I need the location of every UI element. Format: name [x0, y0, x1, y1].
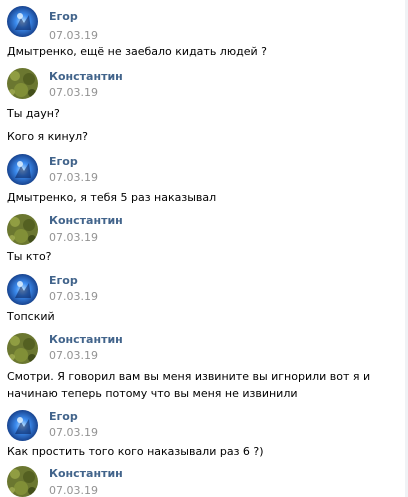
egor-avatar-icon[interactable] [7, 154, 38, 185]
message-date[interactable]: 07.03.19 [49, 86, 98, 99]
konstantin-avatar-icon[interactable] [7, 466, 38, 497]
message-item: Егор 07.03.19 Как простить того кого нак… [0, 408, 408, 464]
message-text: Топский [7, 310, 55, 323]
message-date[interactable]: 07.03.19 [49, 29, 98, 42]
konstantin-avatar-icon[interactable] [7, 214, 38, 245]
message-author[interactable]: Константин [49, 467, 123, 480]
message-author[interactable]: Егор [49, 10, 78, 23]
message-item: Егор 07.03.19 Дмытренко, ещё не заебало … [0, 0, 408, 62]
egor-avatar-icon[interactable] [7, 6, 38, 37]
message-item: Егор 07.03.19 Дмытренко, я тебя 5 раз на… [0, 152, 408, 212]
message-text: Смотри. Я говорил вам вы меня извините в… [7, 370, 371, 400]
message-item: Егор 07.03.19 Топский [0, 272, 408, 332]
message-text: Ты даун? [7, 107, 60, 120]
message-author[interactable]: Константин [49, 333, 123, 346]
message-item: Константин 07.03.19 Ты кто? [0, 212, 408, 272]
egor-avatar-icon[interactable] [7, 410, 38, 441]
message-item: Константин 07.03.19 Ты даун? Кого я кину… [0, 62, 408, 152]
message-text: Дмытренко, ещё не заебало кидать людей ? [7, 45, 267, 58]
message-date[interactable]: 07.03.19 [49, 290, 98, 303]
message-date[interactable]: 07.03.19 [49, 171, 98, 184]
message-item: Константин 07.03.19 Смотри. Я говорил ва… [0, 332, 408, 408]
message-author[interactable]: Константин [49, 70, 123, 83]
message-date[interactable]: 07.03.19 [49, 484, 98, 497]
message-author[interactable]: Егор [49, 274, 78, 287]
message-text: Кого я кинул? [7, 130, 89, 143]
message-author[interactable]: Егор [49, 155, 78, 168]
konstantin-avatar-icon[interactable] [7, 68, 38, 99]
message-date[interactable]: 07.03.19 [49, 426, 98, 439]
message-text: Как простить того кого наказывали раз 6 … [7, 445, 264, 458]
message-text: Ты кто? [7, 250, 52, 263]
message-author[interactable]: Константин [49, 214, 123, 227]
message-date[interactable]: 07.03.19 [49, 231, 98, 244]
egor-avatar-icon[interactable] [7, 274, 38, 305]
message-author[interactable]: Егор [49, 410, 78, 423]
konstantin-avatar-icon[interactable] [7, 333, 38, 364]
message-date[interactable]: 07.03.19 [49, 349, 98, 362]
chat-history: Егор 07.03.19 Дмытренко, ещё не заебало … [0, 0, 408, 497]
message-text: Дмытренко, я тебя 5 раз наказывал [7, 191, 217, 204]
message-item: Константин 07.03.19 [0, 464, 408, 497]
